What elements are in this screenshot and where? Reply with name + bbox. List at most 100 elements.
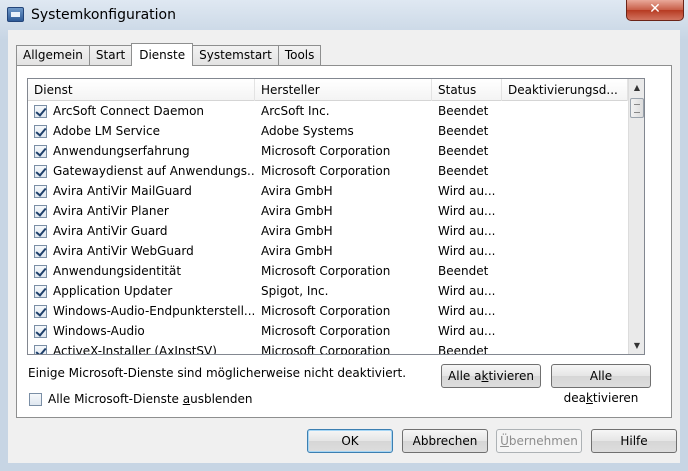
tab-start[interactable]: Start [88,45,133,65]
service-checkbox[interactable] [34,184,47,198]
service-vendor: Microsoft Corporation [261,304,391,318]
service-vendor: Adobe Systems [261,124,354,138]
app-icon [7,7,24,22]
table-row[interactable]: Anwendungserfahrung Microsoft Corporation… [28,141,628,161]
scroll-thumb[interactable] [630,98,644,118]
cancel-button[interactable]: Abbrechen [402,429,488,453]
enable-all-button[interactable]: Alle aktivieren [441,364,541,388]
hide-ms-services-checkbox[interactable] [29,392,42,406]
service-status: Beendet [438,344,489,355]
service-name: Anwendungserfahrung [53,144,190,158]
service-name: Application Updater [53,284,173,298]
column-header-hersteller[interactable]: Hersteller [255,79,432,101]
scroll-down-icon[interactable]: ▼ [629,337,644,354]
service-name-cell: Gatewaydienst auf Anwendungs... [28,161,255,181]
column-header-deaktivierungsdatum[interactable]: Deaktivierungsd... [502,79,628,101]
service-name: Adobe LM Service [53,124,160,138]
service-checkbox[interactable] [34,304,47,318]
service-vendor: Microsoft Corporation [261,324,391,338]
disable-all-accesskey: k [585,391,593,405]
service-vendor: ArcSoft Inc. [261,104,330,118]
service-name-cell: Anwendungserfahrung [28,141,255,161]
apply-label-end: bernehmen [508,434,578,448]
ok-button[interactable]: OK [307,429,393,453]
service-rows: ArcSoft Connect Daemon ArcSoft Inc. Beende… [28,101,628,355]
title-bar: Systemkonfiguration ✕ [0,0,688,30]
tab-systemstart[interactable]: Systemstart [192,45,279,65]
service-name-cell: ActiveX-Installer (AxInstSV) [28,341,255,354]
table-row[interactable]: Avira AntiVir WebGuard Avira GmbH Wird au.… [28,241,628,261]
service-vendor: Microsoft Corporation [261,264,391,278]
table-row[interactable]: Avira AntiVir Guard Avira GmbH Wird au... [28,221,628,241]
service-checkbox[interactable] [34,324,47,338]
service-checkbox[interactable] [34,224,47,238]
service-status: Wird au... [438,244,496,258]
scroll-up-icon[interactable]: ▲ [629,79,644,96]
service-name: Avira AntiVir WebGuard [53,244,194,258]
service-name: Avira AntiVir MailGuard [53,184,192,198]
column-header-dienst[interactable]: Dienst [28,79,255,101]
table-row[interactable]: Windows-Audio-Endpunkterstell... Microsof… [28,301,628,321]
vertical-scrollbar[interactable]: ▲ ▼ [628,79,644,354]
service-checkbox[interactable] [34,264,47,278]
service-name: Windows-Audio [53,324,145,338]
tab-dienste[interactable]: Dienste [131,43,194,66]
service-status: Beendet [438,144,489,158]
table-row[interactable]: Adobe LM Service Adobe Systems Beendet [28,121,628,141]
service-checkbox[interactable] [34,104,47,118]
service-status: Wird au... [438,204,496,218]
list-header: Dienst Hersteller Status Deaktivierungsd… [28,79,628,101]
service-status: Beendet [438,124,489,138]
service-vendor: Microsoft Corporation [261,144,391,158]
service-checkbox[interactable] [34,124,47,138]
table-row[interactable]: Gatewaydienst auf Anwendungs... Microsoft… [28,161,628,181]
service-vendor: Microsoft Corporation [261,344,391,355]
service-checkbox[interactable] [34,244,47,258]
service-checkbox[interactable] [34,204,47,218]
service-name: ArcSoft Connect Daemon [53,104,205,118]
window: Systemkonfiguration ✕ Allgemein Start Di… [0,0,688,471]
table-row[interactable]: Avira AntiVir MailGuard Avira GmbH Wird au… [28,181,628,201]
service-status: Wird au... [438,324,496,338]
tab-tools[interactable]: Tools [277,45,322,65]
hide-ms-services-option[interactable]: Alle Microsoft-Dienste a usblenden [29,392,253,406]
table-row[interactable]: Anwendungsidentität Microsoft Corporation… [28,261,628,281]
service-vendor: Microsoft Corporation [261,164,391,178]
service-status: Wird au... [438,304,496,318]
service-name: Anwendungsidentität [53,264,182,278]
disable-all-button[interactable]: Alle deaktivieren [551,364,651,405]
service-name-cell: Adobe LM Service [28,121,255,141]
service-name-cell: Windows-Audio-Endpunkterstell... [28,301,255,321]
service-name: Avira AntiVir Guard [53,224,168,238]
apply-button[interactable]: Übernehmen [496,429,582,453]
table-row[interactable]: ActiveX-Installer (AxInstSV) Microsoft Co… [28,341,628,355]
service-vendor: Avira GmbH [261,184,333,198]
service-checkbox[interactable] [34,164,47,178]
disable-all-label-end: tivieren [592,391,639,405]
dialog-body: Allgemein Start Dienste Systemstart Tool… [8,30,680,463]
services-panel: Dienst Hersteller Status Deaktivierungsd… [16,65,672,418]
service-checkbox[interactable] [34,144,47,158]
help-button[interactable]: Hilfe [591,429,677,453]
table-row[interactable]: ArcSoft Connect Daemon ArcSoft Inc. Beende… [28,101,628,121]
service-name-cell: Avira AntiVir WebGuard [28,241,255,261]
service-name: Avira AntiVir Planer [53,204,169,218]
service-name-cell: Application Updater [28,281,255,301]
service-status: Beendet [438,164,489,178]
service-name: Gatewaydienst auf Anwendungs... [53,164,255,178]
apply-accesskey: Ü [500,434,509,448]
service-checkbox[interactable] [34,284,47,298]
table-row[interactable]: Avira AntiVir Planer Avira GmbH Wird au... [28,201,628,221]
column-header-status[interactable]: Status [432,79,502,101]
service-name-cell: Avira AntiVir Guard [28,221,255,241]
service-vendor: Spigot, Inc. [261,284,329,298]
service-checkbox[interactable] [34,344,47,354]
table-row[interactable]: Application Updater Spigot, Inc. Wird au..… [28,281,628,301]
service-vendor: Avira GmbH [261,224,333,238]
table-row[interactable]: Windows-Audio Microsoft Corporation Wird a… [28,321,628,341]
service-status: Beendet [438,104,489,118]
tab-allgemein[interactable]: Allgemein [16,45,90,65]
close-button[interactable]: ✕ [626,0,684,21]
service-name: Windows-Audio-Endpunkterstell... [53,304,255,318]
window-title: Systemkonfiguration [31,7,176,23]
